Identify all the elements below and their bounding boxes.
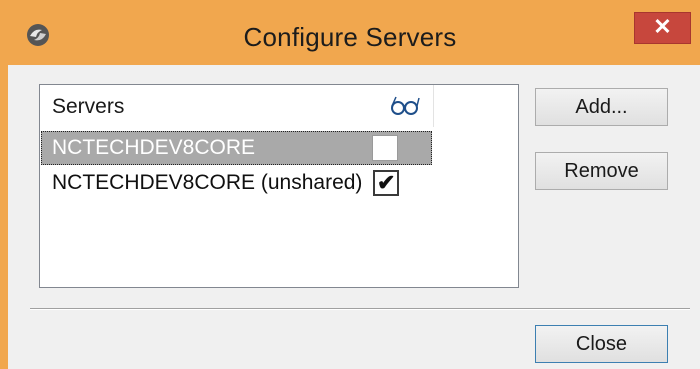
- add-server-button[interactable]: Add...: [535, 88, 668, 126]
- list-header: Servers: [40, 85, 518, 127]
- share-checkbox[interactable]: [372, 135, 398, 161]
- column-header-servers[interactable]: Servers: [52, 95, 124, 119]
- close-window-button[interactable]: ✕: [634, 12, 691, 44]
- share-checkbox[interactable]: ✔: [373, 170, 399, 196]
- list-item[interactable]: NCTECHDEV8CORE: [41, 131, 432, 165]
- column-separator[interactable]: [433, 85, 434, 127]
- dialog-title: Configure Servers: [243, 22, 457, 52]
- remove-server-button[interactable]: Remove: [535, 152, 668, 190]
- glasses-icon[interactable]: [390, 93, 420, 117]
- configure-servers-dialog: Configure Servers ✕ Servers NCTECHDEV8CO…: [0, 0, 700, 369]
- list-item[interactable]: NCTECHDEV8CORE (unshared) ✔: [41, 166, 432, 200]
- close-button[interactable]: Close: [535, 325, 668, 363]
- server-list[interactable]: Servers NCTECHDEV8CORE NCTECHDEV8CORE (u…: [39, 84, 519, 288]
- close-icon: ✕: [653, 14, 672, 39]
- dialog-client-area: Servers NCTECHDEV8CORE NCTECHDEV8CORE (u…: [8, 65, 700, 369]
- server-name: NCTECHDEV8CORE: [52, 136, 256, 159]
- checkmark-icon: ✔: [377, 170, 396, 195]
- divider: [30, 308, 690, 310]
- server-name: NCTECHDEV8CORE (unshared): [52, 171, 363, 194]
